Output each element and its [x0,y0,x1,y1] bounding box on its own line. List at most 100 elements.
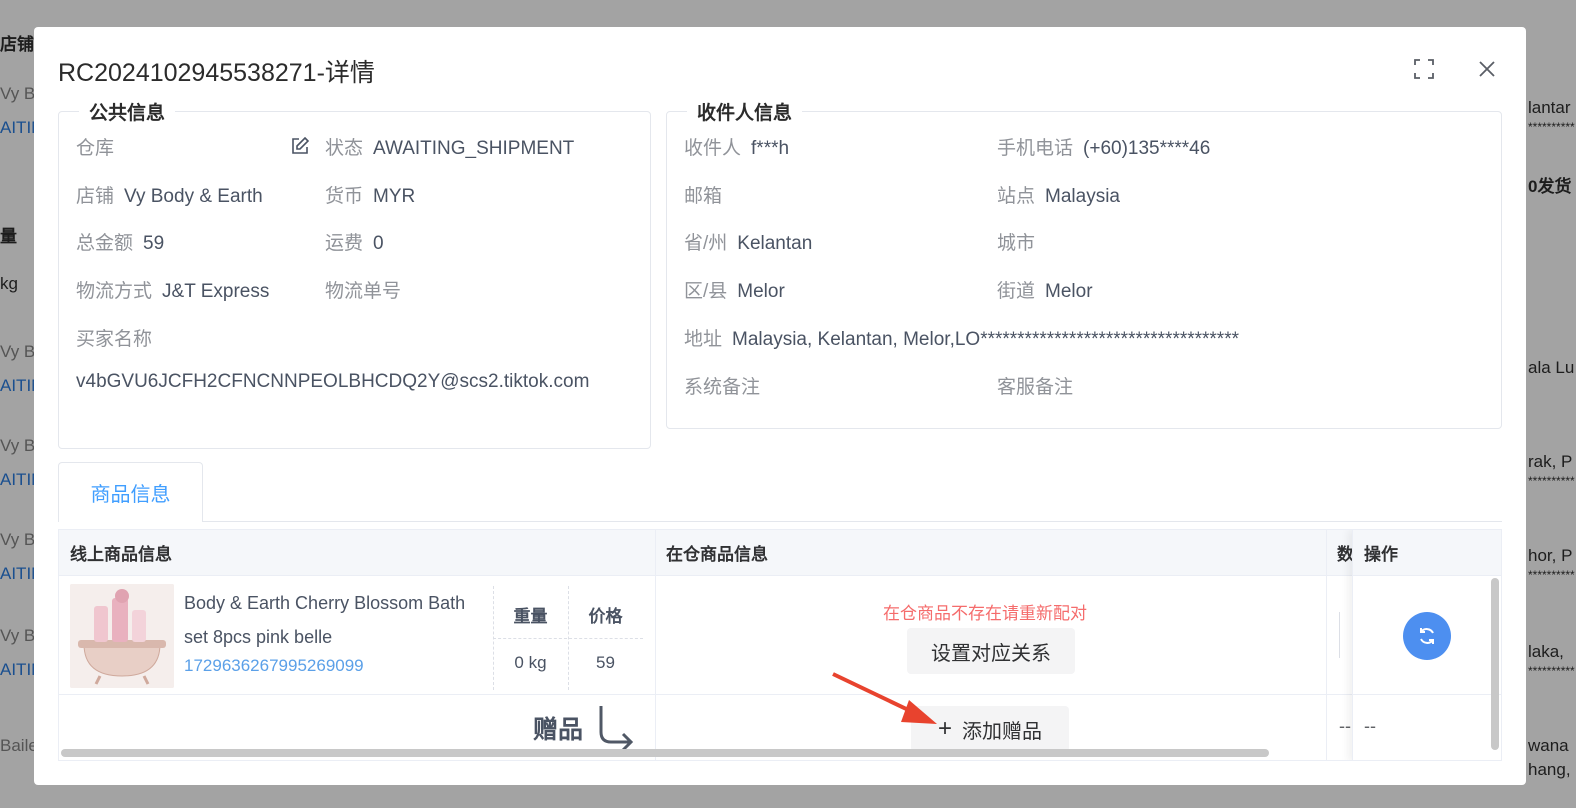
bg-fragment: wana [1528,736,1569,755]
bg-fragment: lantar [1528,98,1571,117]
bg-fragment: ********** [1528,664,1575,678]
order-detail-dialog: RC2024102945538271-详情 公共信息 仓库 状态 AWAITING… [34,27,1526,785]
col-header-warehouse: 在仓商品信息 [655,530,1326,576]
freight-value: 0 [373,233,384,254]
system-note-label: 系统备注 [684,377,761,398]
address-field: 地址 Malaysia, Kelantan, Melor,LO**********… [684,324,1239,351]
city-field: 城市 [997,228,1035,255]
freight-field: 运费 0 [325,228,384,255]
refresh-button[interactable] [1403,612,1451,660]
refresh-icon [1420,628,1434,644]
bg-fragment: hang, [1528,760,1571,779]
bg-fragment: Vy B [0,84,36,103]
bg-fragment: hor, P [1528,546,1573,565]
currency-value: MYR [373,186,416,207]
arrow-down-right-icon [599,706,634,752]
bg-fragment: 店铺/ [0,35,39,54]
bg-fragment: ********** [1528,120,1575,134]
col-header-ops: 操作 [1353,530,1501,576]
province-label: 省/州 [684,233,728,254]
address-value: Malaysia, Kelantan, Melor,LO************… [732,329,1239,350]
shop-label: 店铺 [76,186,115,207]
bg-fragment: laka, [1528,642,1564,661]
warehouse-field: 仓库 [76,133,114,160]
dialog-title: RC2024102945538271-详情 [58,59,375,87]
site-value: Malaysia [1045,186,1120,207]
bg-fragment: Vy B [0,530,36,549]
street-value: Melor [1045,281,1093,302]
buyer-value: v4bGVU6JCFH2CFNCNNPEOLBHCDQ2Y@scs2.tikto… [76,371,590,392]
site-field: 站点 Malaysia [997,181,1120,208]
mobile-field: 手机电话 (+60)135****46 [997,133,1210,160]
weight-price-table: 重量 价格 0 kg 59 [493,586,643,690]
close-icon[interactable] [1475,57,1499,81]
gift-qty-placeholder: -- [1339,716,1351,736]
bg-fragment: 量 [0,227,17,246]
product-thumbnail[interactable] [70,584,174,688]
recipient-field: 收件人 f***h [684,133,789,160]
status-value: AWAITING_SHIPMENT [373,138,575,159]
total-field: 总金额 59 [76,228,164,255]
address-label: 地址 [684,329,723,350]
currency-label: 货币 [325,186,364,207]
bg-fragment: ala Lu [1528,358,1575,377]
weight-label: 重量 [513,607,548,626]
product-name: Body & Earth Cherry Blossom Bath set 8pc… [184,593,466,647]
tab-divider [203,521,1502,522]
product-table: 线上商品信息 在仓商品信息 数 Body & Earth Cherry Blos… [58,529,1502,761]
set-mapping-button[interactable]: 设置对应关系 [907,628,1075,674]
status-field: 状态 AWAITING_SHIPMENT [325,133,574,160]
tab-product-info[interactable]: 商品信息 [58,462,203,522]
mobile-value: (+60)135****46 [1083,138,1211,159]
row-divider [1353,694,1501,695]
freight-label: 运费 [325,233,364,254]
vertical-scrollbar[interactable] [1491,578,1499,750]
site-label: 站点 [997,186,1036,207]
col-divider [1326,530,1327,760]
city-label: 城市 [997,233,1036,254]
edit-icon[interactable] [290,136,310,156]
district-value: Melor [737,281,785,302]
shop-value: Vy Body & Earth [124,186,263,207]
buyer-label: 买家名称 [76,329,153,350]
row-divider [59,694,1352,695]
bg-fragment: Vy B [0,436,36,455]
red-arrow-annotation [832,672,937,724]
bg-fragment: rak, P [1528,452,1573,471]
street-field: 街道 Melor [997,276,1093,303]
bg-fragment: 0发货 [1528,177,1572,196]
cs-note-label: 客服备注 [997,377,1074,398]
horizontal-scrollbar[interactable] [61,749,1269,757]
warehouse-missing-warning: 在仓商品不存在请重新配对 [883,604,1087,623]
cell-divider [493,638,643,639]
email-label: 邮箱 [684,186,723,207]
weight-value: 0 kg [514,653,547,672]
ops-column: 操作 -- [1352,530,1501,760]
province-value: Kelantan [737,233,813,254]
price-label: 价格 [588,607,623,626]
recipient-info-panel: 收件人信息 收件人 f***h 手机电话 (+60)135****46 邮箱 站点 M… [666,98,1502,429]
currency-field: 货币 MYR [325,181,415,208]
total-value: 59 [143,233,165,254]
logistics-value: J&T Express [162,281,270,302]
status-label: 状态 [325,138,364,159]
street-label: 街道 [997,281,1036,302]
mobile-label: 手机电话 [997,138,1074,159]
total-label: 总金额 [76,233,134,254]
bg-fragment: ********** [1528,474,1575,488]
add-gift-label: 添加赠品 [962,720,1042,743]
fullscreen-icon[interactable] [1412,57,1436,81]
tracking-field: 物流单号 [325,276,401,303]
bg-fragment: Vy B [0,626,36,645]
province-field: 省/州 Kelantan [684,228,812,255]
shop-field: 店铺 Vy Body & Earth [76,181,263,208]
bg-fragment: Vy B [0,342,36,361]
district-field: 区/县 Melor [684,276,785,303]
product-id-link[interactable]: 1729636267995269099 [184,656,364,676]
public-info-legend: 公共信息 [79,98,176,125]
gift-ops-placeholder: -- [1364,716,1376,736]
qty-input-edge[interactable] [1339,612,1340,658]
buyer-field: 买家名称 v4bGVU6JCFH2CFNCNNPEOLBHCDQ2Y@scs2.… [76,324,626,399]
public-info-panel: 公共信息 仓库 状态 AWAITING_SHIPMENT 店铺 Vy Body & … [58,98,651,449]
warehouse-label: 仓库 [76,138,115,159]
